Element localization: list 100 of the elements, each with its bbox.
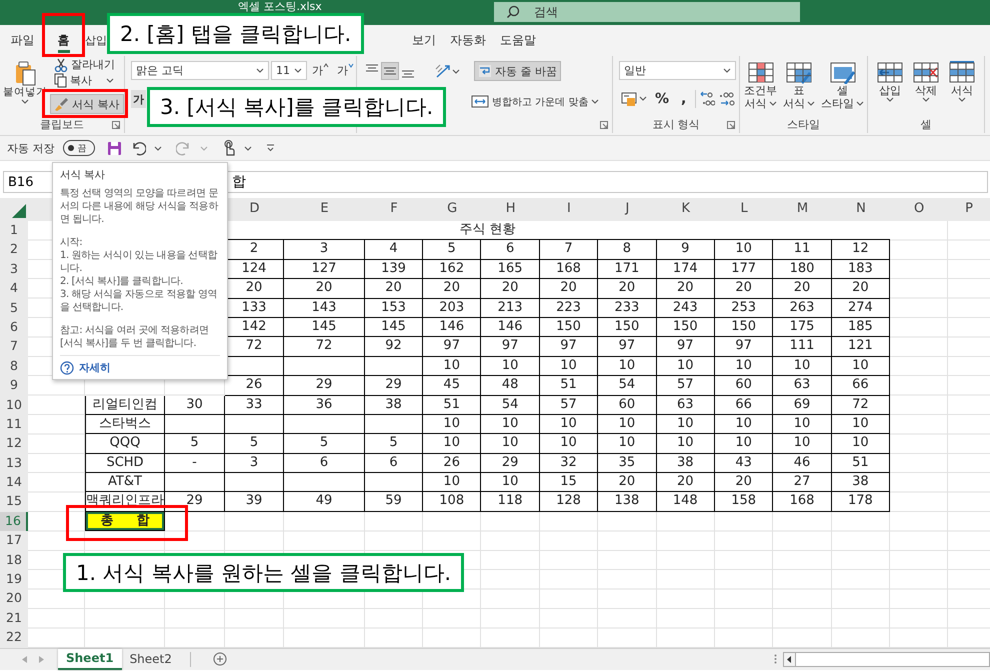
select-all-icon[interactable] xyxy=(12,204,26,218)
search-field[interactable]: 검색 xyxy=(494,2,800,22)
formula-input[interactable]: 합 xyxy=(228,171,988,193)
table-cell[interactable]: 총 합 xyxy=(85,512,165,532)
row-header[interactable]: 9 xyxy=(0,376,28,396)
row-header[interactable]: 1 xyxy=(0,221,28,240)
learn-more-link[interactable]: 자세히 xyxy=(79,362,111,374)
dialog-launcher-icon[interactable] xyxy=(600,120,608,128)
add-sheet-icon[interactable] xyxy=(212,652,227,666)
accounting-format-button[interactable] xyxy=(619,90,649,107)
row-header[interactable]: 7 xyxy=(0,337,28,357)
row-header[interactable]: 3 xyxy=(0,260,28,280)
column-header[interactable]: O xyxy=(890,198,948,221)
wrap-text-button[interactable]: 자동 줄 바꿈 xyxy=(474,61,561,81)
column-header[interactable]: F xyxy=(365,198,423,221)
sheet-tab[interactable]: Sheet1 xyxy=(58,648,122,670)
style-button[interactable]: 표 서식 xyxy=(781,59,817,117)
tooltip-step: 3. 해당 서식을 자동으로 적용할 영역을 선택합니다. xyxy=(60,288,220,314)
cells-button[interactable]: 삭제 xyxy=(910,59,942,117)
column-header[interactable]: N xyxy=(832,198,890,221)
row-header[interactable]: 14 xyxy=(0,473,28,492)
row-header[interactable]: 18 xyxy=(0,550,28,570)
row-header[interactable]: 13 xyxy=(0,454,28,474)
save-icon[interactable] xyxy=(106,140,122,156)
ribbon-tab[interactable]: 도움말 xyxy=(493,25,543,55)
copy-button[interactable]: 복사 xyxy=(50,73,124,88)
font-name-dropdown[interactable]: 맑은 고딕 xyxy=(131,61,269,80)
column-header[interactable]: P xyxy=(948,198,990,221)
ribbon-tab[interactable]: 삽입 xyxy=(85,25,107,55)
column-header[interactable]: I xyxy=(540,198,598,221)
sheet-tab[interactable]: Sheet2 xyxy=(122,648,180,670)
table-cell: 45 xyxy=(423,376,482,396)
column-header[interactable]: L xyxy=(714,198,774,221)
cells-button[interactable]: 서식 xyxy=(946,59,978,117)
column-header[interactable]: M xyxy=(773,198,832,221)
column-header[interactable]: D xyxy=(225,198,284,221)
decrease-decimal-icon[interactable] xyxy=(719,90,736,106)
row-header[interactable]: 15 xyxy=(0,492,28,512)
touch-hand-icon[interactable] xyxy=(222,140,236,156)
row-header[interactable]: 5 xyxy=(0,298,28,318)
column-header[interactable]: E xyxy=(284,198,365,221)
row-header[interactable]: 6 xyxy=(0,318,28,338)
splitter-icon[interactable] xyxy=(774,654,777,664)
ribbon-tab[interactable]: 보기 xyxy=(405,25,443,55)
banknote-icon xyxy=(621,90,637,106)
table-cell: 243 xyxy=(656,298,715,318)
table-cell: 10 xyxy=(423,356,482,376)
horizontal-scrollbar[interactable] xyxy=(783,652,990,667)
table-cell: 51 xyxy=(423,396,482,415)
column-header[interactable]: J xyxy=(598,198,657,221)
row-header[interactable]: 2 xyxy=(0,240,28,260)
column-header[interactable]: H xyxy=(481,198,540,221)
down-caret-icon xyxy=(348,63,354,68)
insert-cells-icon xyxy=(877,61,903,84)
row-header[interactable]: 17 xyxy=(0,531,28,551)
caret-icon xyxy=(922,97,930,102)
tooltip-step: 1. 원하는 서식이 있는 내용을 선택합니다. xyxy=(60,249,220,275)
bold-button[interactable]: 가 xyxy=(131,90,146,108)
table-cell: 165 xyxy=(481,260,540,280)
row-header[interactable]: 10 xyxy=(0,396,28,415)
style-button[interactable]: 조건부 서식 xyxy=(742,59,779,117)
row-header[interactable]: 19 xyxy=(0,570,28,590)
row-header[interactable]: 20 xyxy=(0,589,28,609)
cells-button[interactable]: 삽입 xyxy=(874,59,906,117)
table-cell: 10 xyxy=(598,356,657,376)
grow-font-button[interactable]: 가 xyxy=(309,62,332,79)
row-header[interactable]: 11 xyxy=(0,414,28,434)
row-header[interactable]: 8 xyxy=(0,356,28,376)
wrap-icon xyxy=(478,64,492,78)
customize-icon[interactable] xyxy=(266,144,274,152)
merge-center-button[interactable]: 병합하고 가운데 맞춤 xyxy=(467,93,604,110)
ribbon-tab[interactable]: 파일 xyxy=(3,25,42,55)
row-header[interactable]: 21 xyxy=(0,608,28,628)
font-size-dropdown[interactable]: 11 xyxy=(271,61,307,80)
align-middle-icon[interactable] xyxy=(381,62,399,80)
comma-style-button[interactable]: , xyxy=(675,89,692,108)
dialog-launcher-icon[interactable] xyxy=(727,120,735,128)
row-header[interactable]: 12 xyxy=(0,434,28,454)
row-header[interactable]: 16 xyxy=(0,512,28,532)
dialog-launcher-icon[interactable] xyxy=(112,120,120,128)
table-cell: 10 xyxy=(540,356,598,376)
increase-decimal-icon[interactable] xyxy=(699,90,716,106)
table-cell: 5 xyxy=(165,434,225,454)
shrink-font-button[interactable]: 가 xyxy=(334,62,357,79)
number-format-dropdown[interactable]: 일반 xyxy=(619,61,736,80)
ribbon-tab[interactable]: 홈 xyxy=(42,25,85,55)
column-header[interactable]: K xyxy=(656,198,715,221)
table-cell: 72 xyxy=(225,337,284,357)
style-button[interactable]: 셀 스타일 xyxy=(819,59,866,117)
cut-button[interactable]: 잘라내기 xyxy=(50,56,124,73)
autosave-toggle[interactable]: 끔 xyxy=(62,140,94,156)
row-header[interactable]: 4 xyxy=(0,279,28,299)
row-header[interactable]: 22 xyxy=(0,628,28,648)
column-header[interactable]: G xyxy=(423,198,482,221)
percent-style-button[interactable]: % xyxy=(649,89,676,108)
format-painter-button[interactable]: 서식 복사 xyxy=(50,94,124,114)
table-cell: 10 xyxy=(714,356,774,376)
caret-icon xyxy=(200,146,208,150)
table-cell: 148 xyxy=(656,492,715,512)
ribbon-tab[interactable]: 자동화 xyxy=(443,25,493,55)
